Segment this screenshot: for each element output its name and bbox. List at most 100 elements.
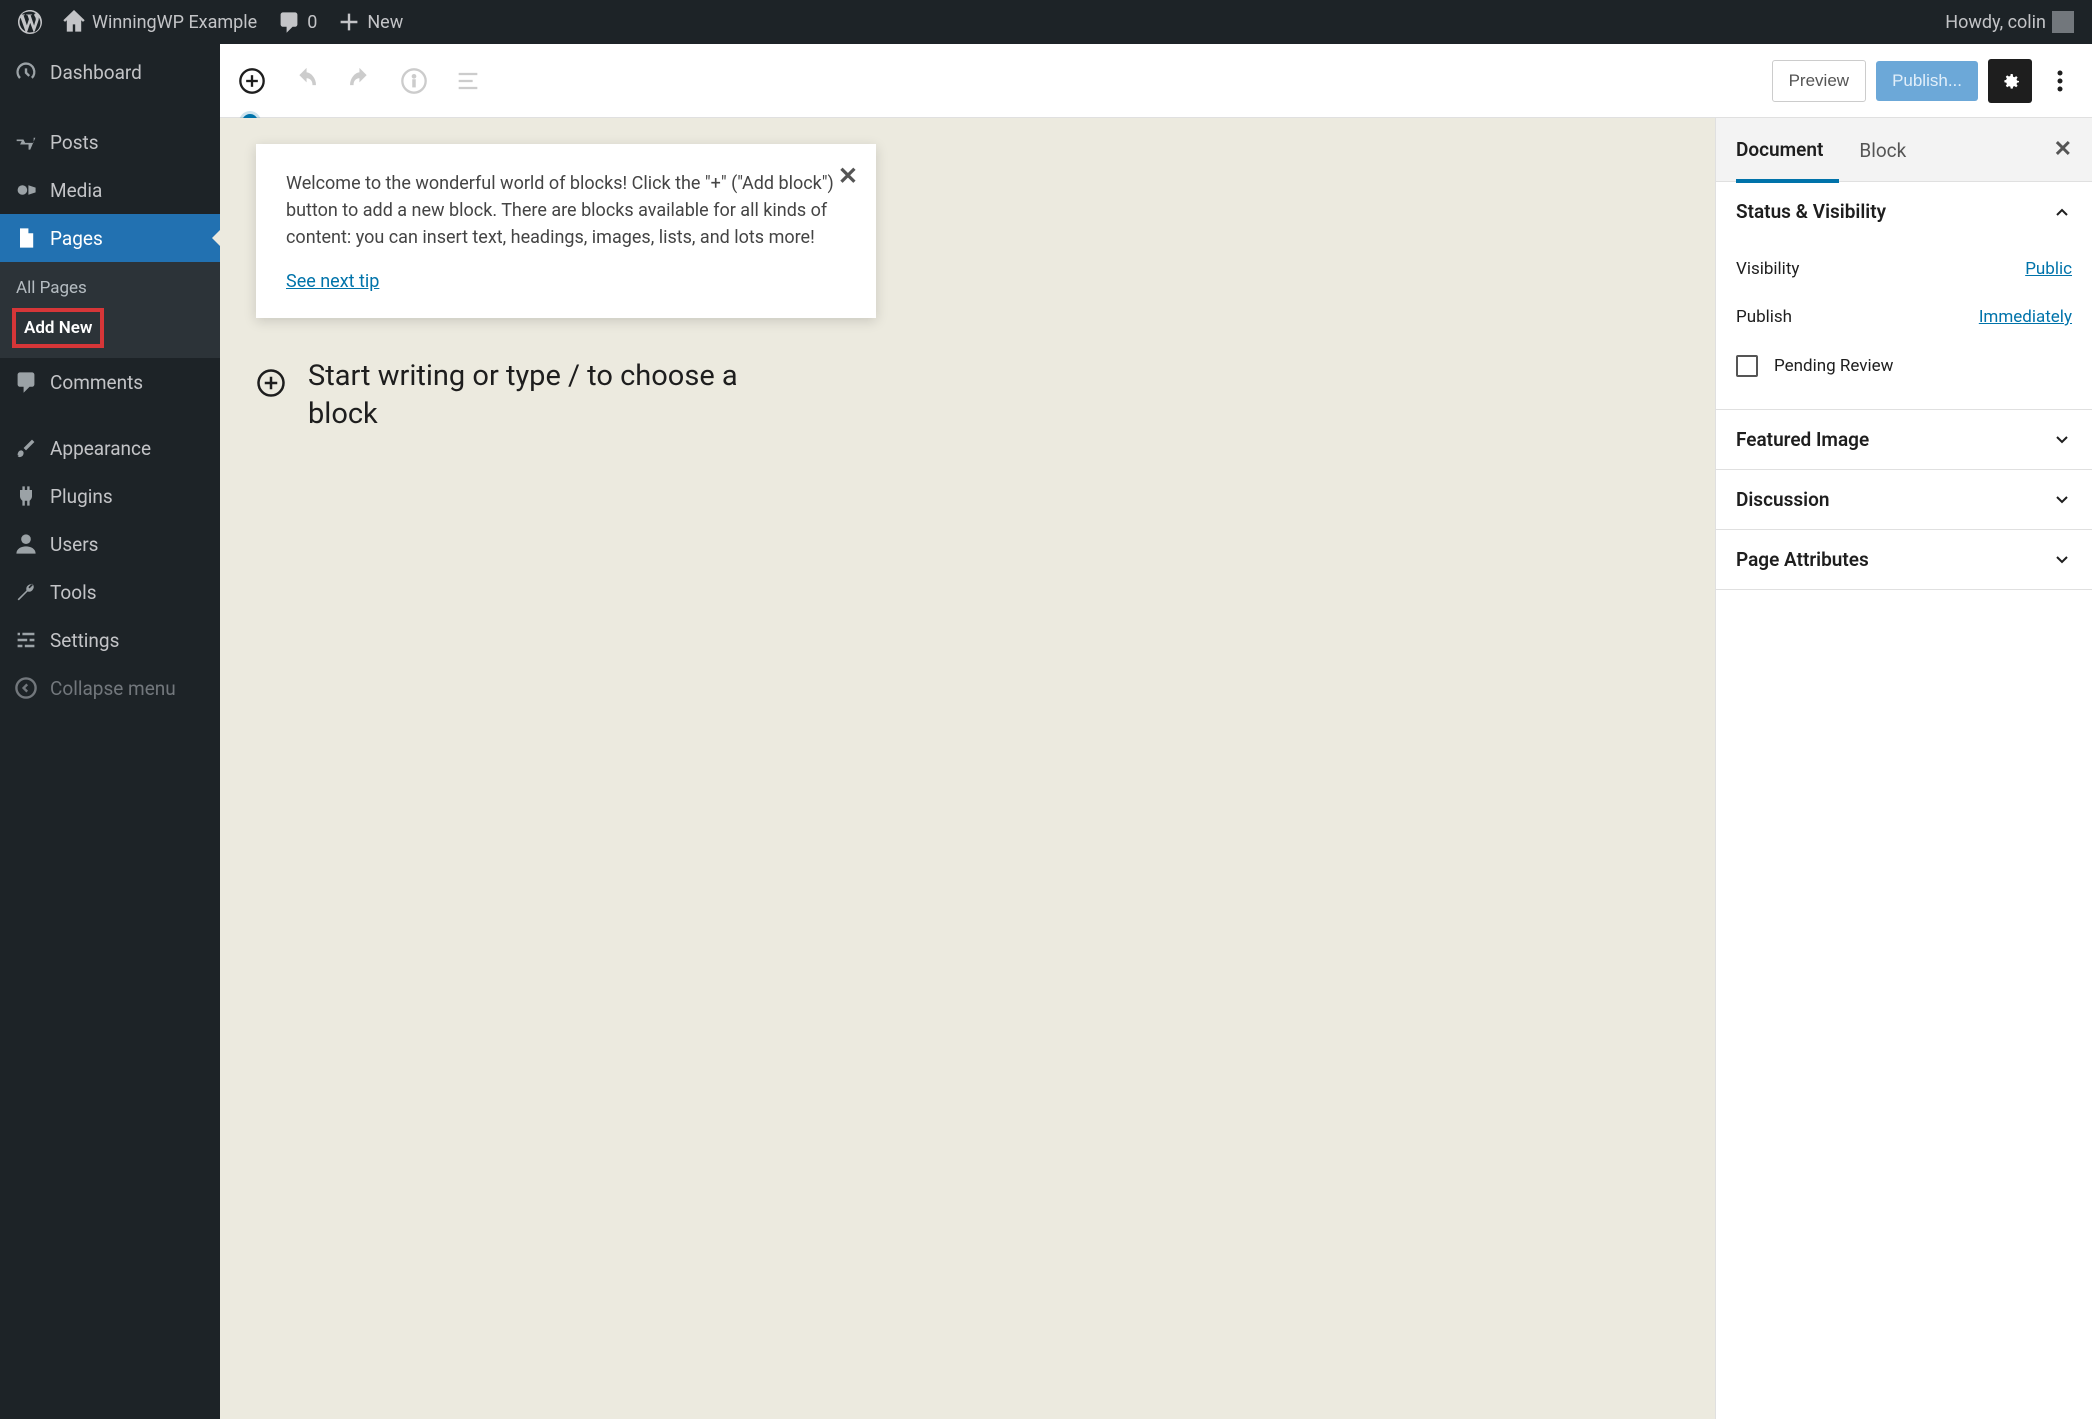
publish-button[interactable]: Publish... — [1876, 61, 1978, 101]
section-discussion[interactable]: Discussion — [1716, 470, 2092, 529]
block-placeholder-text[interactable]: Start writing or type / to choose a bloc… — [308, 358, 808, 433]
tip-card: ✕ Welcome to the wonderful world of bloc… — [256, 144, 876, 318]
sidebar-label: Collapse menu — [50, 677, 176, 700]
new-label: New — [367, 12, 403, 33]
sidebar-submenu-pages: All Pages Add New — [0, 262, 220, 358]
sidebar-subitem-add-new[interactable]: Add New — [12, 308, 104, 348]
panel-close-button[interactable]: ✕ — [2054, 137, 2072, 162]
plus-circle-icon — [238, 67, 266, 95]
comments-link[interactable]: 0 — [267, 0, 327, 44]
visibility-label: Visibility — [1736, 259, 1799, 279]
editor-canvas[interactable]: ✕ Welcome to the wonderful world of bloc… — [220, 118, 1715, 1419]
wp-logo-menu[interactable] — [8, 0, 52, 44]
sidebar-label: Media — [50, 179, 102, 202]
sidebar-label: Tools — [50, 581, 97, 604]
editor-content-area: Preview Publish... ✕ Welcome to the wond… — [220, 44, 2092, 1419]
redo-icon — [346, 67, 374, 95]
undo-button[interactable] — [288, 63, 324, 99]
section-page-attributes[interactable]: Page Attributes — [1716, 530, 2092, 589]
section-featured-image[interactable]: Featured Image — [1716, 410, 2092, 469]
info-icon — [400, 67, 428, 95]
admin-bar: WinningWP Example 0 New Howdy, colin — [0, 0, 2092, 44]
admin-sidebar: Dashboard Posts Media Pages All Pages Ad… — [0, 44, 220, 1419]
sidebar-item-comments[interactable]: Comments — [0, 358, 220, 406]
pending-review-label: Pending Review — [1774, 356, 1893, 376]
inline-add-block-button[interactable] — [256, 368, 286, 398]
chevron-down-icon — [2052, 550, 2072, 570]
pin-icon — [14, 130, 38, 154]
add-block-button[interactable] — [234, 63, 270, 99]
sidebar-label: Posts — [50, 131, 99, 154]
sidebar-collapse[interactable]: Collapse menu — [0, 664, 220, 712]
section-status-visibility[interactable]: Status & Visibility — [1716, 182, 2092, 241]
wordpress-icon — [18, 10, 42, 34]
sidebar-label: Plugins — [50, 485, 113, 508]
list-icon — [454, 67, 482, 95]
visibility-value-link[interactable]: Public — [2025, 259, 2072, 279]
user-icon — [14, 532, 38, 556]
editor-toolbar: Preview Publish... — [220, 44, 2092, 118]
wrench-icon — [14, 580, 38, 604]
sidebar-item-media[interactable]: Media — [0, 166, 220, 214]
account-menu[interactable]: Howdy, colin — [1929, 0, 2084, 44]
more-menu-button[interactable] — [2042, 59, 2078, 103]
comment-icon — [277, 10, 301, 34]
settings-toggle-button[interactable] — [1988, 59, 2032, 103]
info-button[interactable] — [396, 63, 432, 99]
sidebar-item-users[interactable]: Users — [0, 520, 220, 568]
sidebar-label: Pages — [50, 227, 103, 250]
home-icon — [62, 10, 86, 34]
pages-icon — [14, 226, 38, 250]
dashboard-icon — [14, 60, 38, 84]
plus-icon — [337, 10, 361, 34]
tip-close-button[interactable]: ✕ — [838, 162, 858, 190]
redo-button[interactable] — [342, 63, 378, 99]
site-title-text: WinningWP Example — [92, 12, 257, 33]
section-title: Status & Visibility — [1736, 200, 1886, 223]
sidebar-item-tools[interactable]: Tools — [0, 568, 220, 616]
more-vertical-icon — [2057, 69, 2063, 93]
publish-value-link[interactable]: Immediately — [1979, 307, 2072, 327]
sidebar-item-posts[interactable]: Posts — [0, 118, 220, 166]
sliders-icon — [14, 628, 38, 652]
tab-block[interactable]: Block — [1859, 119, 1922, 180]
sidebar-label: Settings — [50, 629, 119, 652]
plus-circle-icon — [256, 368, 286, 398]
tip-next-link[interactable]: See next tip — [286, 271, 379, 292]
comment-icon — [14, 370, 38, 394]
undo-icon — [292, 67, 320, 95]
sidebar-label: Users — [50, 533, 98, 556]
sidebar-label: Comments — [50, 371, 143, 394]
pending-review-checkbox[interactable] — [1736, 355, 1758, 377]
plug-icon — [14, 484, 38, 508]
sidebar-item-pages[interactable]: Pages — [0, 214, 220, 262]
site-home-link[interactable]: WinningWP Example — [52, 0, 267, 44]
publish-label: Publish — [1736, 307, 1792, 327]
section-title: Featured Image — [1736, 428, 1869, 451]
settings-panel: Document Block ✕ Status & Visibility Vis… — [1715, 118, 2092, 1419]
sidebar-label: Dashboard — [50, 61, 142, 84]
new-content-link[interactable]: New — [327, 0, 413, 44]
tab-document[interactable]: Document — [1736, 118, 1839, 183]
avatar — [2052, 11, 2074, 33]
outline-button[interactable] — [450, 63, 486, 99]
sidebar-item-appearance[interactable]: Appearance — [0, 424, 220, 472]
gear-icon — [1998, 69, 2022, 93]
sidebar-item-settings[interactable]: Settings — [0, 616, 220, 664]
preview-button[interactable]: Preview — [1772, 60, 1866, 102]
section-title: Page Attributes — [1736, 548, 1869, 571]
chevron-down-icon — [2052, 430, 2072, 450]
sidebar-item-dashboard[interactable]: Dashboard — [0, 44, 220, 100]
tip-text: Welcome to the wonderful world of blocks… — [286, 170, 846, 251]
chevron-up-icon — [2052, 202, 2072, 222]
media-icon — [14, 178, 38, 202]
sidebar-label: Appearance — [50, 437, 151, 460]
sidebar-item-plugins[interactable]: Plugins — [0, 472, 220, 520]
comments-count: 0 — [307, 12, 317, 33]
collapse-icon — [14, 676, 38, 700]
greeting-text: Howdy, colin — [1945, 12, 2046, 33]
sidebar-subitem-all-pages[interactable]: All Pages — [0, 270, 220, 306]
brush-icon — [14, 436, 38, 460]
chevron-down-icon — [2052, 490, 2072, 510]
section-title: Discussion — [1736, 488, 1829, 511]
